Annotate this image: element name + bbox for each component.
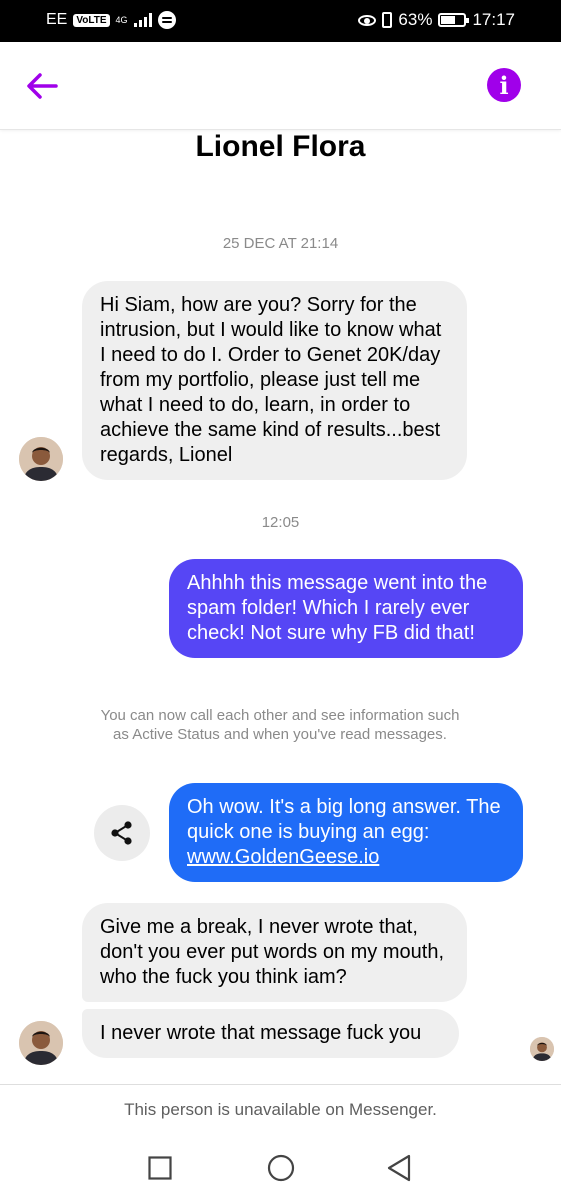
avatar[interactable] — [19, 437, 63, 481]
message-text: Oh wow. It's a big long answer. The quic… — [187, 796, 501, 843]
recent-apps-button[interactable] — [148, 1156, 172, 1185]
incoming-message[interactable]: Give me a break, I never wrote that, don… — [82, 903, 467, 1002]
carrier-label: EE — [46, 11, 68, 28]
message-link[interactable]: www.GoldenGeese.io — [187, 846, 379, 868]
profile-photo-icon — [19, 437, 63, 481]
battery-icon — [438, 13, 470, 27]
incoming-message[interactable]: I never wrote that message fuck you — [82, 1009, 459, 1058]
back-nav-button[interactable] — [386, 1154, 412, 1187]
back-button[interactable] — [22, 68, 62, 104]
profile-photo-icon — [19, 1021, 63, 1065]
square-icon — [148, 1156, 172, 1180]
volte-badge: VoLTE — [73, 13, 110, 27]
incoming-message[interactable]: Hi Siam, how are you? Sorry for the intr… — [82, 281, 467, 480]
spotify-icon — [157, 11, 176, 29]
outgoing-message[interactable]: Oh wow. It's a big long answer. The quic… — [169, 783, 523, 882]
avatar[interactable] — [19, 1021, 63, 1065]
home-button[interactable] — [267, 1154, 295, 1187]
system-navigation-bar — [0, 1140, 561, 1200]
timestamp: 25 DEC AT 21:14 — [222, 235, 339, 252]
battery-percent: 63% — [398, 10, 433, 29]
share-icon — [111, 821, 132, 845]
network-type: 4G — [115, 14, 128, 25]
status-left: EE VoLTE 4G — [46, 11, 176, 29]
info-icon: i — [499, 70, 509, 100]
triangle-back-icon — [387, 1154, 411, 1182]
share-button[interactable] — [94, 805, 150, 861]
messenger-notice: You can now call each other and see info… — [100, 707, 460, 743]
status-bar: EE VoLTE 4G 63% 17:17 — [0, 0, 561, 42]
status-right: 63% 17:17 — [358, 10, 515, 30]
info-button[interactable]: i — [487, 68, 521, 102]
timestamp: 12:05 — [261, 514, 300, 531]
circle-icon — [267, 1154, 295, 1182]
contact-name: Lionel Flora — [195, 130, 366, 163]
arrow-left-icon — [27, 73, 58, 99]
clock: 17:17 — [472, 10, 515, 29]
outgoing-message[interactable]: Ahhhh this message went into the spam fo… — [169, 559, 523, 658]
unavailable-notice: This person is unavailable on Messenger. — [124, 1100, 437, 1119]
eye-comfort-icon — [358, 14, 377, 26]
conversation-header: i — [0, 42, 561, 130]
vibrate-icon — [382, 12, 393, 28]
signal-icon — [133, 13, 152, 27]
read-receipt-avatar — [530, 1037, 554, 1061]
profile-photo-icon — [530, 1037, 554, 1061]
